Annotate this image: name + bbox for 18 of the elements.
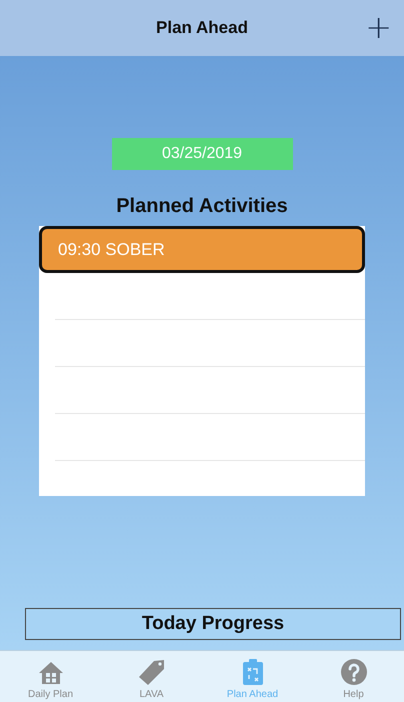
- tab-item[interactable]: Plan Ahead: [202, 651, 303, 702]
- tab-label: LAVA: [139, 689, 164, 700]
- house-icon: [38, 660, 64, 686]
- tag-icon: [136, 658, 166, 686]
- activity-row[interactable]: 09:30 SOBER: [39, 226, 365, 273]
- tab-label: Help: [343, 689, 364, 700]
- nav-title: Plan Ahead: [156, 18, 248, 38]
- clipboard-icon: [240, 658, 264, 686]
- tab-item[interactable]: Daily Plan: [0, 651, 101, 702]
- tab-label: Plan Ahead: [226, 689, 278, 700]
- section-heading: Planned Activities: [116, 194, 288, 218]
- today-progress-button[interactable]: Today Progress: [25, 608, 401, 640]
- date-button[interactable]: 03/25/2019: [112, 138, 292, 170]
- tab-item[interactable]: LAVA: [101, 651, 202, 702]
- tab-item[interactable]: Help: [303, 651, 404, 702]
- tab-label: Daily Plan: [28, 689, 74, 700]
- help-icon: [340, 658, 368, 686]
- add-button[interactable]: +: [361, 12, 396, 42]
